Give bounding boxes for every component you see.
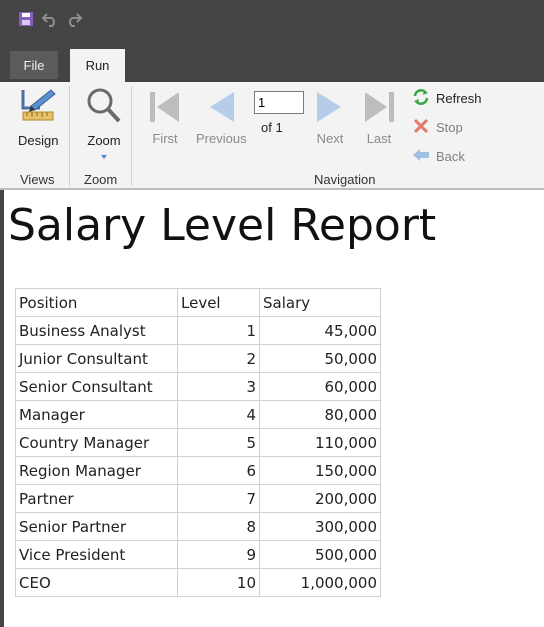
cell-level: 4 (177, 400, 260, 429)
cell-salary: 45,000 (259, 316, 381, 345)
undo-icon[interactable] (40, 9, 60, 29)
first-page-icon (148, 90, 182, 127)
table-row: CEO 10 1,000,000 (15, 568, 381, 597)
cell-position: Senior Partner (15, 512, 178, 541)
table-row: Senior Consultant 3 60,000 (15, 372, 381, 401)
design-icon (18, 86, 58, 129)
first-label: First (152, 131, 178, 146)
redo-icon[interactable] (64, 9, 84, 29)
cell-salary: 500,000 (259, 540, 381, 569)
cell-level: 5 (177, 428, 260, 457)
zoom-button[interactable]: Zoom (84, 86, 124, 163)
back-button[interactable]: Back (412, 145, 465, 167)
cell-level: 10 (177, 568, 260, 597)
cell-salary: 300,000 (259, 512, 381, 541)
left-border (0, 190, 4, 627)
cell-salary: 1,000,000 (259, 568, 381, 597)
page-count-label: of 1 (261, 120, 283, 135)
group-label-zoom: Zoom (84, 172, 118, 187)
last-page-icon (362, 90, 396, 127)
cell-position: Business Analyst (15, 316, 178, 345)
magnifier-icon (84, 86, 124, 129)
previous-page-icon (204, 90, 238, 127)
last-page-button[interactable]: Last (362, 90, 396, 146)
design-button[interactable]: Design (18, 86, 58, 148)
table-row: Senior Partner 8 300,000 (15, 512, 381, 541)
group-divider (131, 86, 132, 186)
next-page-icon (313, 90, 347, 127)
tab-file[interactable]: File (10, 51, 58, 79)
cell-position: Country Manager (15, 428, 178, 457)
table-row: Region Manager 6 150,000 (15, 456, 381, 485)
refresh-button[interactable]: Refresh (412, 87, 482, 109)
previous-page-button[interactable]: Previous (196, 90, 247, 146)
table-row: Manager 4 80,000 (15, 400, 381, 429)
cell-level: 6 (177, 456, 260, 485)
table-row: Junior Consultant 2 50,000 (15, 344, 381, 373)
ribbon-tabstrip: File Run (0, 46, 544, 82)
group-label-navigation: Navigation (314, 172, 376, 187)
next-label: Next (316, 131, 344, 146)
next-page-button[interactable]: Next (313, 90, 347, 146)
tab-run[interactable]: Run (70, 49, 125, 82)
column-header-position: Position (15, 288, 178, 317)
cell-level: 3 (177, 372, 260, 401)
ribbon: Design Views Zoom Zoom First Previous 1 … (0, 82, 544, 190)
cell-level: 8 (177, 512, 260, 541)
table-row: Partner 7 200,000 (15, 484, 381, 513)
table-row: Business Analyst 1 45,000 (15, 316, 381, 345)
back-label: Back (436, 148, 465, 164)
cell-salary: 50,000 (259, 344, 381, 373)
group-label-views: Views (20, 172, 55, 187)
cell-level: 9 (177, 540, 260, 569)
column-header-salary: Salary (259, 288, 381, 317)
refresh-label: Refresh (436, 90, 482, 106)
cell-position: Region Manager (15, 456, 178, 485)
previous-label: Previous (196, 131, 247, 146)
title-bar (0, 0, 544, 46)
column-header-level: Level (177, 288, 260, 317)
cell-position: Manager (15, 400, 178, 429)
cell-level: 2 (177, 344, 260, 373)
cell-position: CEO (15, 568, 178, 597)
last-label: Last (366, 131, 392, 146)
table-header-row: Position Level Salary (15, 288, 381, 317)
design-label: Design (18, 133, 59, 148)
stop-icon (412, 117, 430, 138)
report-table: Position Level Salary Business Analyst 1… (15, 288, 381, 597)
cell-salary: 200,000 (259, 484, 381, 513)
table-row: Country Manager 5 110,000 (15, 428, 381, 457)
cell-level: 7 (177, 484, 260, 513)
first-page-button[interactable]: First (148, 90, 182, 146)
cell-position: Senior Consultant (15, 372, 178, 401)
cell-position: Partner (15, 484, 178, 513)
cell-level: 1 (177, 316, 260, 345)
cell-salary: 60,000 (259, 372, 381, 401)
save-icon[interactable] (16, 9, 36, 29)
stop-button[interactable]: Stop (412, 116, 463, 138)
table-row: Vice President 9 500,000 (15, 540, 381, 569)
chevron-down-icon[interactable] (100, 148, 108, 163)
group-divider (69, 86, 70, 186)
cell-salary: 150,000 (259, 456, 381, 485)
cell-position: Junior Consultant (15, 344, 178, 373)
refresh-icon (412, 88, 430, 109)
cell-position: Vice President (15, 540, 178, 569)
stop-label: Stop (436, 119, 463, 135)
cell-salary: 110,000 (259, 428, 381, 457)
cell-salary: 80,000 (259, 400, 381, 429)
report-title: Salary Level Report (8, 200, 437, 251)
back-arrow-icon (412, 146, 430, 167)
zoom-label: Zoom (87, 133, 121, 148)
page-number-input[interactable] (254, 91, 304, 114)
